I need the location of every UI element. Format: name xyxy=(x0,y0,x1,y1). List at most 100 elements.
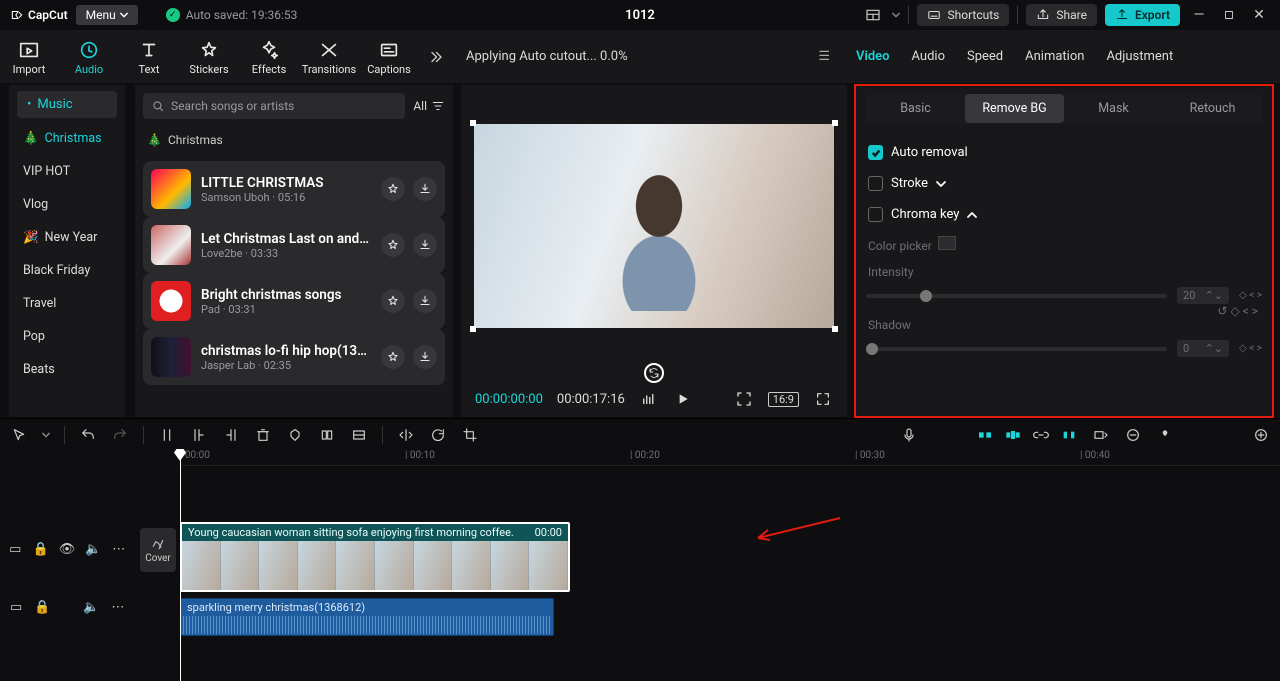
fullscreen-icon[interactable] xyxy=(813,389,833,409)
crop-frame-icon[interactable] xyxy=(734,389,754,409)
delete-icon[interactable] xyxy=(254,426,272,444)
sidebar-music[interactable]: • Music xyxy=(17,91,117,118)
sidebar-item-newyear[interactable]: 🎉New Year xyxy=(9,221,125,254)
link-preview-icon[interactable] xyxy=(1004,426,1022,444)
track-lanes[interactable]: Young caucasian woman sitting sofa enjoy… xyxy=(180,466,1280,681)
checkbox-icon[interactable] xyxy=(868,145,883,160)
magnet-icon[interactable] xyxy=(1060,426,1078,444)
favorite-icon[interactable] xyxy=(381,289,405,313)
lock-icon[interactable]: 🔒 xyxy=(34,598,50,616)
split-icon[interactable] xyxy=(158,426,176,444)
filter-all[interactable]: All xyxy=(413,99,445,113)
nav-transitions[interactable]: Transitions xyxy=(300,35,358,78)
favorite-icon[interactable] xyxy=(381,345,405,369)
sync-icon[interactable] xyxy=(644,363,664,383)
shadow-slider[interactable] xyxy=(866,347,1167,351)
sidebar-item-beats[interactable]: Beats xyxy=(9,353,125,386)
cursor-icon[interactable] xyxy=(10,426,28,444)
nav-import[interactable]: Import xyxy=(0,35,58,78)
intensity-value[interactable]: 20⌃⌄ xyxy=(1177,287,1229,304)
subtab-basic[interactable]: Basic xyxy=(866,94,965,123)
color-swatch[interactable] xyxy=(938,236,956,250)
stroke-row[interactable]: Stroke xyxy=(866,168,1262,199)
crop-icon[interactable] xyxy=(461,426,479,444)
tab-animation[interactable]: Animation xyxy=(1025,49,1084,64)
tab-video[interactable]: Video xyxy=(856,49,890,64)
subtab-removebg[interactable]: Remove BG xyxy=(965,94,1064,123)
preview-canvas[interactable] xyxy=(474,124,834,328)
download-icon[interactable] xyxy=(413,289,437,313)
subtab-retouch[interactable]: Retouch xyxy=(1163,94,1262,123)
chroma-reset-icons[interactable]: ↺ ◇ < > xyxy=(1217,304,1258,318)
sidebar-item-christmas[interactable]: 🎄Christmas xyxy=(9,122,125,155)
link-icon[interactable] xyxy=(1032,426,1050,444)
video-clip[interactable]: Young caucasian woman sitting sofa enjoy… xyxy=(180,522,570,592)
zoom-out-icon[interactable] xyxy=(1124,426,1142,444)
track-settings-icon[interactable]: ▭ xyxy=(8,540,23,558)
download-icon[interactable] xyxy=(413,177,437,201)
preview-menu-icon[interactable]: ☰ xyxy=(818,49,830,64)
tab-adjustment[interactable]: Adjustment xyxy=(1106,49,1173,64)
intensity-slider[interactable] xyxy=(866,294,1167,298)
playhead[interactable] xyxy=(180,450,181,681)
tab-speed[interactable]: Speed xyxy=(967,49,1003,64)
snap-icon[interactable] xyxy=(976,426,994,444)
aspect-ratio[interactable]: 16:9 xyxy=(768,392,799,407)
track-settings-icon[interactable]: ▭ xyxy=(8,598,24,616)
more-icon[interactable]: ⋯ xyxy=(110,598,126,616)
lock-icon[interactable]: 🔒 xyxy=(33,540,49,558)
song-card[interactable]: LITTLE CHRISTMAS Samson Uboh · 05:16 xyxy=(143,161,445,217)
mirror-icon[interactable] xyxy=(397,426,415,444)
favorite-icon[interactable] xyxy=(381,233,405,257)
menu-button[interactable]: Menu xyxy=(76,5,138,25)
nav-stickers[interactable]: Stickers xyxy=(180,35,238,78)
track-toggle-icon[interactable] xyxy=(1092,426,1110,444)
play-icon[interactable] xyxy=(673,389,693,409)
maximize-icon[interactable] xyxy=(1218,4,1240,26)
song-card[interactable]: Bright christmas songs Pad · 03:31 xyxy=(143,273,445,329)
layout-icon[interactable] xyxy=(862,4,884,26)
rotate-icon[interactable] xyxy=(429,426,447,444)
close-icon[interactable]: ✕ xyxy=(1248,4,1270,26)
sidebar-item-blackfriday[interactable]: Black Friday xyxy=(9,254,125,287)
song-card[interactable]: Let Christmas Last on and on Love2be · 0… xyxy=(143,217,445,273)
download-icon[interactable] xyxy=(413,233,437,257)
sidebar-item-vip[interactable]: VIP HOT xyxy=(9,155,125,188)
cover-button[interactable]: Cover xyxy=(140,528,176,572)
auto-removal-row[interactable]: Auto removal xyxy=(866,137,1262,168)
nav-audio[interactable]: Audio xyxy=(60,35,118,78)
keyframe-icons[interactable]: ◇ < > xyxy=(1239,343,1262,354)
more-icon[interactable]: ⋯ xyxy=(111,540,126,558)
color-picker-row[interactable]: Color picker xyxy=(866,230,1262,259)
volume-bars-icon[interactable] xyxy=(639,389,659,409)
split-left-icon[interactable] xyxy=(190,426,208,444)
marker-icon[interactable] xyxy=(286,426,304,444)
nav-captions[interactable]: Captions xyxy=(360,35,418,78)
checkbox-icon[interactable] xyxy=(868,207,883,222)
audio-clip[interactable]: sparkling merry christmas(1368612) xyxy=(180,598,554,636)
undo-icon[interactable] xyxy=(79,426,97,444)
nav-text[interactable]: Text xyxy=(120,35,178,78)
eye-icon[interactable]: 👁 xyxy=(59,540,76,558)
favorite-icon[interactable] xyxy=(381,177,405,201)
minimize-icon[interactable]: — xyxy=(1188,4,1210,26)
group-icon[interactable] xyxy=(318,426,336,444)
freeze-icon[interactable] xyxy=(350,426,368,444)
tab-audio[interactable]: Audio xyxy=(912,49,945,64)
sidebar-item-travel[interactable]: Travel xyxy=(9,287,125,320)
mic-icon[interactable] xyxy=(900,426,918,444)
split-right-icon[interactable] xyxy=(222,426,240,444)
chroma-row[interactable]: Chroma key xyxy=(866,199,1262,230)
nav-effects[interactable]: Effects xyxy=(240,35,298,78)
keyframe-icons[interactable]: ◇ < > xyxy=(1239,290,1262,301)
project-name[interactable]: 1012 xyxy=(625,8,655,23)
mute-icon[interactable]: 🔈 xyxy=(85,540,101,558)
zoom-slider-icon[interactable] xyxy=(1156,426,1174,444)
time-ruler[interactable]: | 00:00| 00:10| 00:20| 00:30| 00:40 xyxy=(180,450,1280,466)
checkbox-icon[interactable] xyxy=(868,176,883,191)
shadow-value[interactable]: 0⌃⌄ xyxy=(1177,340,1229,357)
zoom-in-icon[interactable] xyxy=(1252,426,1270,444)
download-icon[interactable] xyxy=(413,345,437,369)
share-button[interactable]: Share xyxy=(1026,4,1097,26)
song-card[interactable]: christmas lo-fi hip hop(13762... Jasper … xyxy=(143,329,445,385)
